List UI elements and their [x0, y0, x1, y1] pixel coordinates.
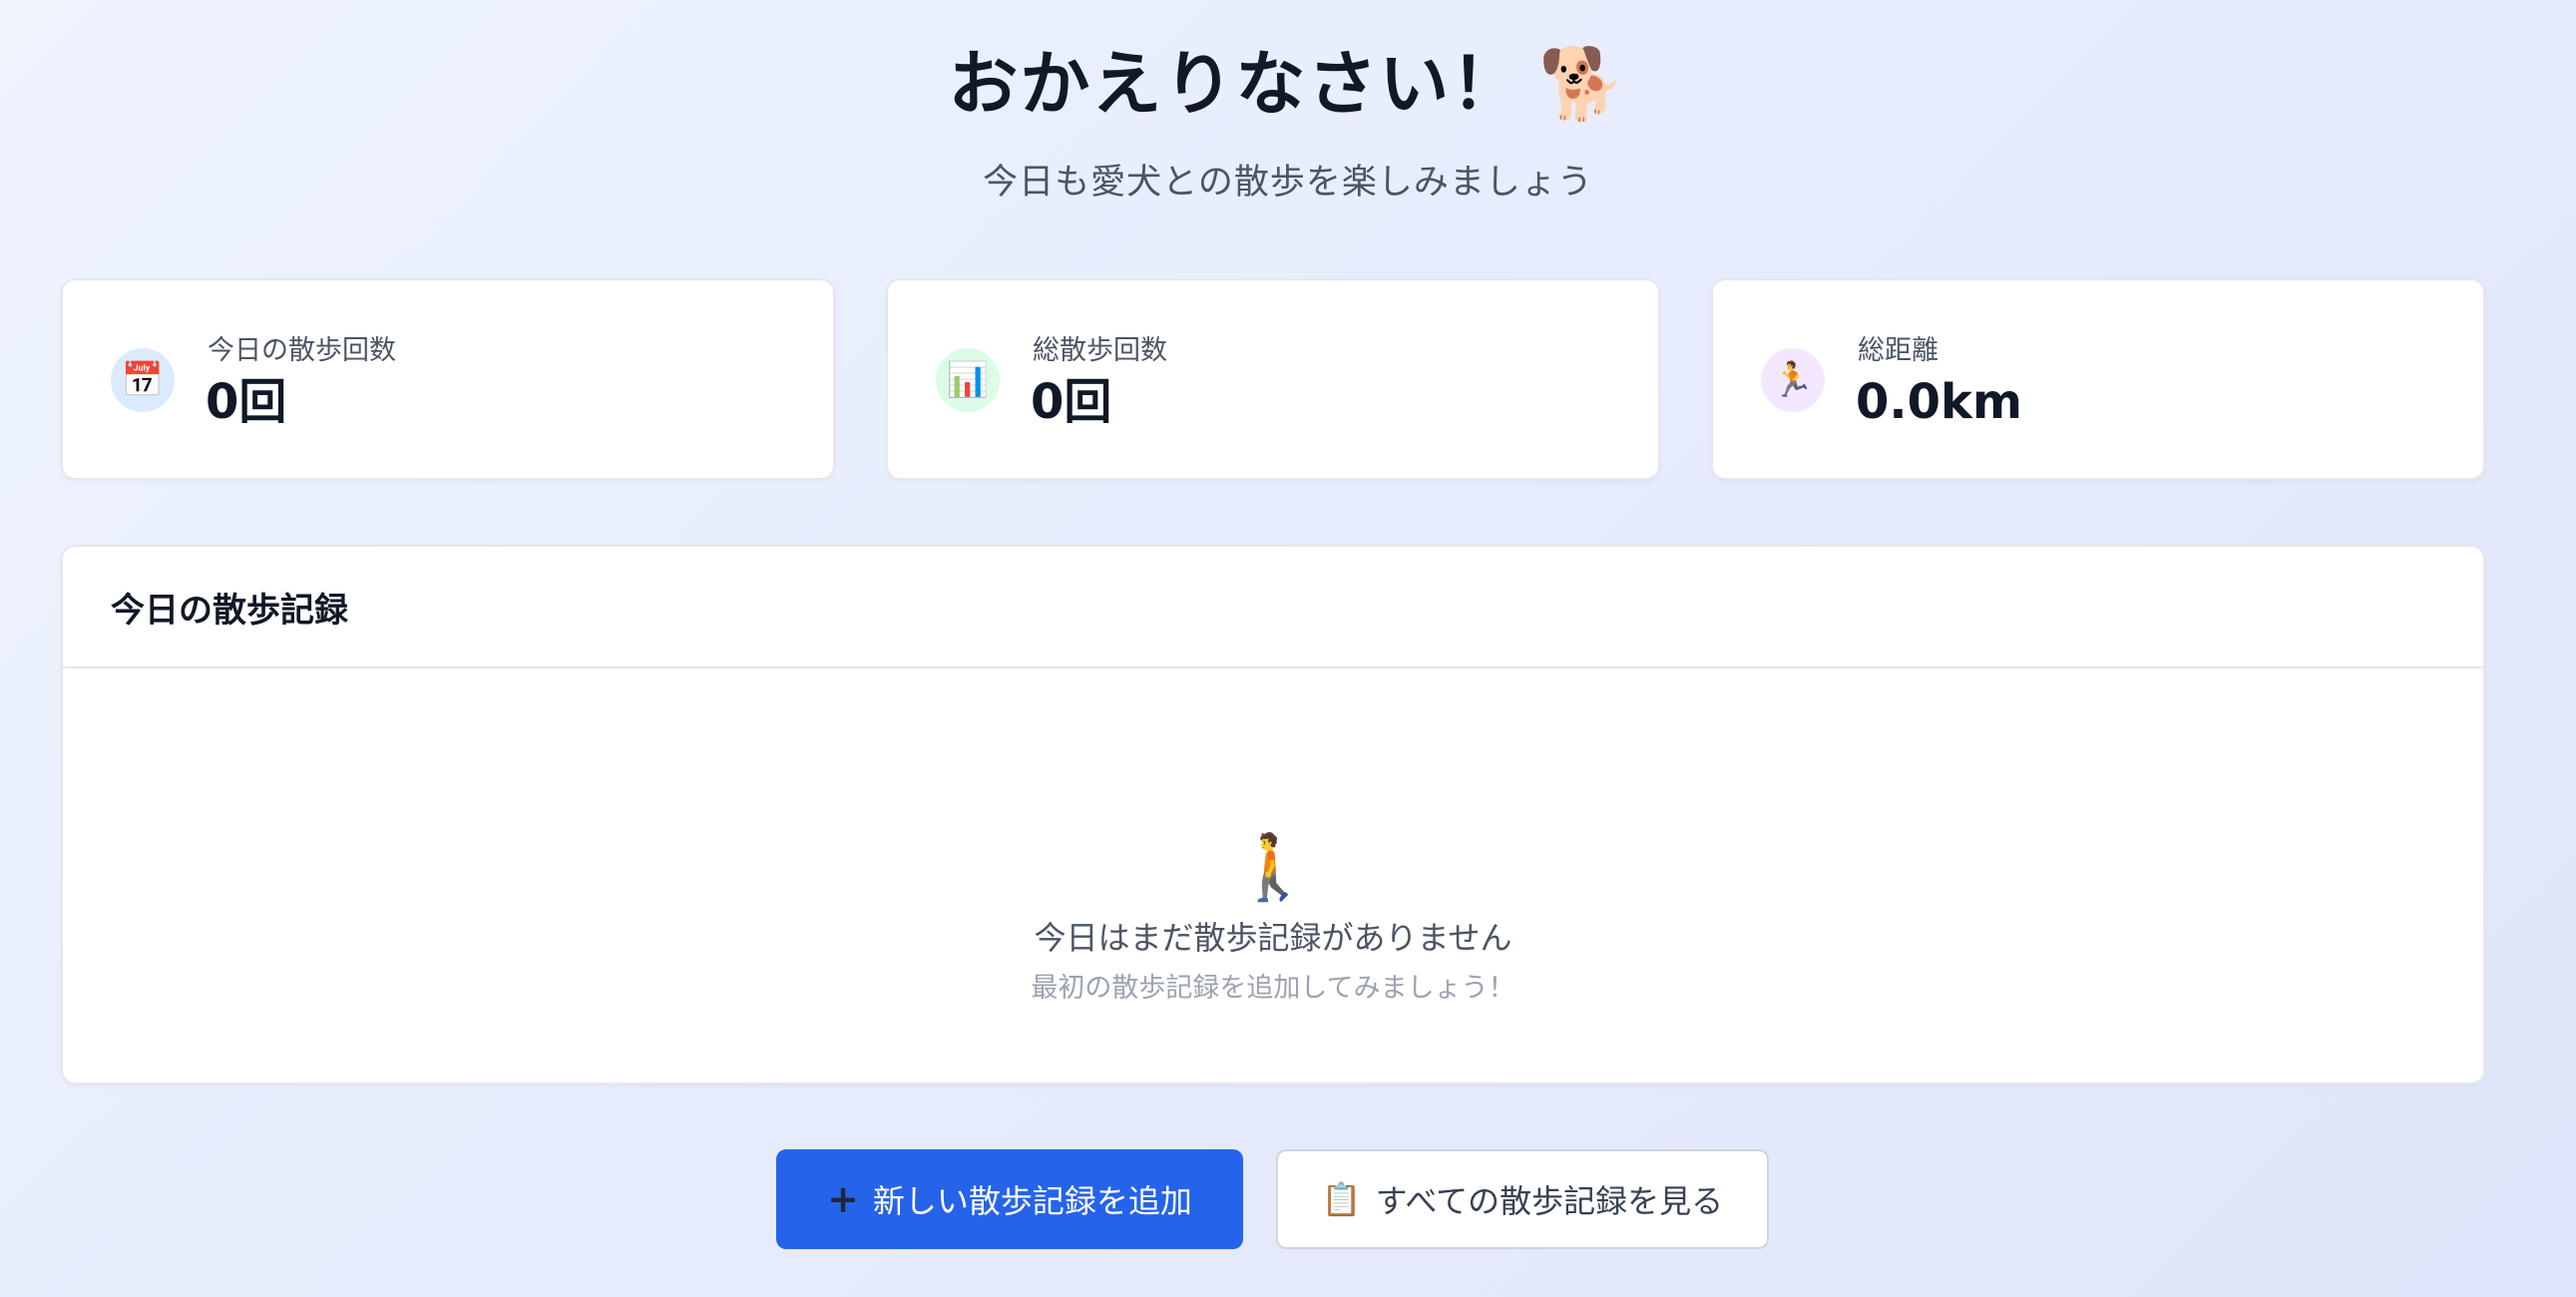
- dashboard-page: おかえりなさい！ 🐕 今日も愛犬との散歩を楽しみましょう 📅 今日の散歩回数 0回…: [0, 0, 2576, 1297]
- view-all-records-label: すべての散歩記録を見る: [1375, 1182, 1724, 1220]
- records-header: 今日の散歩記録: [63, 547, 2483, 668]
- stat-label: 総距離: [1858, 335, 1938, 366]
- today-records-panel: 今日の散歩記録 🚶 今日はまだ散歩記録がありません 最初の散歩記録を追加してみま…: [61, 545, 2485, 1084]
- empty-state-hint: 最初の散歩記録を追加してみましょう！: [1031, 973, 1515, 1004]
- records-title: 今日の散歩記録: [111, 590, 348, 631]
- clipboard-icon: 📋: [1321, 1180, 1362, 1218]
- stat-value: 0回: [1031, 374, 1112, 430]
- page-subtitle: 今日も愛犬との散歩を楽しみましょう: [983, 163, 1593, 203]
- walking-person-icon: 🚶: [1233, 831, 1313, 905]
- stat-card-today-walks: 📅 今日の散歩回数 0回: [61, 278, 835, 480]
- runner-icon: 🏃: [1761, 348, 1825, 412]
- empty-state-message: 今日はまだ散歩記録がありません: [1034, 919, 1512, 957]
- stat-value: 0回: [206, 374, 287, 430]
- calendar-icon: 📅: [111, 348, 175, 412]
- empty-state: 🚶 今日はまだ散歩記録がありません 最初の散歩記録を追加してみましょう！: [63, 668, 2483, 1082]
- stat-card-total-walks: 📊 総散歩回数 0回: [886, 278, 1660, 480]
- page-title-text: おかえりなさい！: [948, 43, 1523, 125]
- dog-icon: 🐕: [1538, 43, 1628, 125]
- add-walk-record-label: 新しい散歩記録を追加: [872, 1182, 1192, 1220]
- page-title: おかえりなさい！ 🐕: [0, 38, 2576, 130]
- stat-value: 0.0km: [1856, 374, 2022, 430]
- view-all-records-button[interactable]: 📋 すべての散歩記録を見る: [1276, 1149, 1769, 1249]
- stat-label: 総散歩回数: [1033, 335, 1167, 366]
- stat-card-total-distance: 🏃 総距離 0.0km: [1711, 278, 2485, 480]
- bar-chart-icon: 📊: [936, 348, 1000, 412]
- plus-icon: +: [827, 1177, 859, 1221]
- add-walk-record-button[interactable]: + 新しい散歩記録を追加: [776, 1149, 1243, 1249]
- stat-label: 今日の散歩回数: [208, 335, 396, 366]
